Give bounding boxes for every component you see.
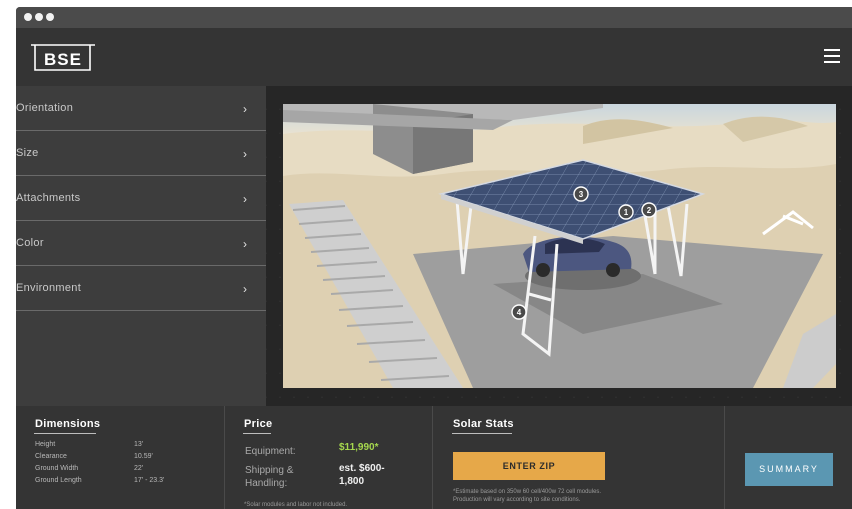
dimensions-title: Dimensions <box>35 418 101 430</box>
logo-text: BSE <box>44 50 82 69</box>
equipment-price: $11,990* <box>339 442 379 453</box>
dimension-label: Ground Length <box>35 477 82 484</box>
shipping-label-line-1: Shipping & <box>245 465 294 476</box>
sidebar-item-attachments[interactable]: Attachments › <box>16 176 266 221</box>
summary-button[interactable]: SUMMARY <box>745 453 833 486</box>
hotspot-marker-4[interactable]: 4 <box>511 304 527 320</box>
chevron-right-icon: › <box>243 102 247 116</box>
viewer-background: 1 2 3 4 <box>266 86 852 406</box>
enter-zip-button[interactable]: ENTER ZIP <box>453 452 605 480</box>
sidebar-item-environment[interactable]: Environment › <box>16 266 266 311</box>
chevron-right-icon: › <box>243 192 247 206</box>
bse-logo[interactable]: BSE <box>29 41 97 73</box>
window-zoom-dot[interactable] <box>46 13 54 21</box>
hotspot-label: 1 <box>624 208 629 217</box>
sidebar-item-label: Orientation <box>16 102 74 114</box>
sidebar-item-label: Color <box>16 237 44 249</box>
price-title: Price <box>244 418 273 430</box>
dimension-label: Ground Width <box>35 465 79 472</box>
bottom-info-bar: Dimensions Height 13' Clearance 10.59' G… <box>16 406 852 509</box>
sidebar-item-label: Attachments <box>16 192 81 204</box>
configuration-sidebar: Orientation › Size › Attachments › Color… <box>16 86 266 406</box>
price-underline <box>243 433 271 434</box>
dimensions-underline <box>34 433 96 434</box>
panel-divider <box>224 406 225 509</box>
hotspot-marker-3[interactable]: 3 <box>573 186 589 202</box>
dimension-label: Clearance <box>35 453 67 460</box>
dimension-value: 22' <box>134 465 144 472</box>
sidebar-item-label: Size <box>16 147 39 159</box>
shipping-label-line-2: Handling: <box>245 478 288 489</box>
shipping-price-line-1: est. $600- <box>339 463 385 474</box>
dimension-value: 10.59' <box>134 453 153 460</box>
hamburger-menu-icon[interactable] <box>824 49 840 63</box>
solar-footnote-line-2: Production will vary according to site c… <box>453 497 581 503</box>
dimension-value: 13' <box>134 441 144 448</box>
chevron-right-icon: › <box>243 282 247 296</box>
solar-footnote-line-1: *Estimate based on 350w 60 cell/400w 72 … <box>453 489 602 495</box>
dimension-value: 17' - 23.3' <box>134 477 165 484</box>
equipment-label: Equipment: <box>245 446 296 457</box>
hotspot-marker-1[interactable]: 1 <box>618 204 634 220</box>
hotspot-label: 3 <box>579 190 584 199</box>
window-minimize-dot[interactable] <box>35 13 43 21</box>
3d-carport-viewport[interactable]: 1 2 3 4 <box>283 104 836 388</box>
solar-stats-underline <box>452 433 512 434</box>
price-footnote: *Solar modules and labor not included. <box>244 502 348 508</box>
hotspot-marker-2[interactable]: 2 <box>641 202 657 218</box>
sidebar-item-label: Environment <box>16 282 82 294</box>
window-titlebar <box>16 7 852 28</box>
sidebar-item-color[interactable]: Color › <box>16 221 266 266</box>
hotspot-label: 4 <box>517 308 522 317</box>
sidebar-item-size[interactable]: Size › <box>16 131 266 176</box>
hotspot-label: 2 <box>647 206 652 215</box>
chevron-right-icon: › <box>243 147 247 161</box>
sidebar-item-orientation[interactable]: Orientation › <box>16 86 266 131</box>
window-close-dot[interactable] <box>24 13 32 21</box>
panel-divider <box>724 406 725 509</box>
solar-stats-title: Solar Stats <box>453 418 514 430</box>
top-navigation-bar: BSE <box>16 28 852 86</box>
dimension-label: Height <box>35 441 56 448</box>
app-window: BSE Orientation › Size › Attachments › C… <box>16 7 852 509</box>
chevron-right-icon: › <box>243 237 247 251</box>
shipping-price-line-2: 1,800 <box>339 476 365 487</box>
panel-divider <box>432 406 433 509</box>
